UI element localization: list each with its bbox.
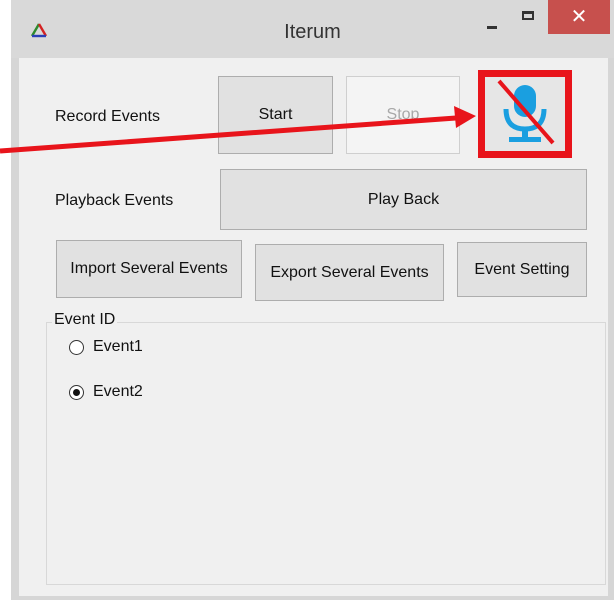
client-area: Record Events Start Stop Playback Events…: [19, 58, 608, 596]
event-id-groupbox: [46, 322, 606, 585]
playback-events-label: Playback Events: [55, 192, 174, 209]
export-several-events-button[interactable]: Export Several Events: [255, 244, 444, 301]
event2-label: Event2: [93, 383, 143, 400]
radio-checked-icon[interactable]: [69, 384, 84, 400]
import-several-events-button[interactable]: Import Several Events: [56, 240, 242, 298]
close-icon[interactable]: ✕: [548, 0, 610, 34]
event2-radio[interactable]: Event2: [69, 383, 143, 401]
play-back-button[interactable]: Play Back: [220, 169, 587, 230]
minimize-icon[interactable]: [483, 12, 503, 32]
app-window: Iterum ✕ Record Events Start Stop Playba…: [11, 0, 614, 600]
title-bar[interactable]: Iterum ✕: [11, 0, 614, 58]
start-button[interactable]: Start: [218, 76, 333, 154]
stop-button[interactable]: Stop: [346, 76, 460, 154]
maximize-icon[interactable]: [518, 8, 538, 26]
event-id-legend: Event ID: [52, 311, 118, 329]
microphone-button[interactable]: [478, 70, 572, 158]
record-events-label: Record Events: [55, 108, 160, 125]
microphone-muted-icon: [497, 79, 555, 145]
event-setting-button[interactable]: Event Setting: [457, 242, 587, 297]
event1-radio[interactable]: Event1: [69, 338, 143, 356]
radio-unchecked-icon[interactable]: [69, 339, 84, 355]
event1-label: Event1: [93, 338, 143, 355]
